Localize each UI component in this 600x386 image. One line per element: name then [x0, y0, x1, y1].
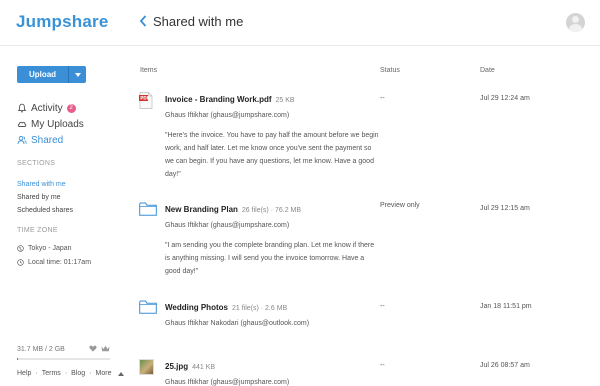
column-header-status[interactable]: Status: [380, 67, 400, 74]
item-date: Jul 29 12:24 am: [480, 95, 530, 102]
item-size: 21 file(s) · 2.6 MB: [231, 305, 288, 312]
folder-icon: [139, 300, 157, 314]
list-item[interactable]: PDF Invoice - Branding Work.pdf 25 KB Gha…: [138, 92, 598, 187]
footer-separator: ·: [35, 370, 38, 377]
item-owner: Ghaus Iftikhar (ghaus@jumpshare.com): [165, 379, 290, 386]
column-header-items[interactable]: Items: [140, 67, 157, 74]
storage-progress-fill: [17, 358, 19, 360]
item-name-text[interactable]: 25.jpg: [165, 362, 188, 371]
item-name[interactable]: 25.jpg 441 KB: [165, 362, 215, 371]
local-time-row: Local time: 01:17am: [17, 255, 91, 269]
app-logo[interactable]: Jumpshare: [16, 12, 109, 32]
sections-list: Shared with me Shared by me Scheduled sh…: [17, 178, 73, 217]
users-icon: [17, 136, 27, 145]
section-link-scheduled-shares[interactable]: Scheduled shares: [17, 204, 73, 217]
heart-icon[interactable]: [89, 345, 97, 352]
timezone-row[interactable]: Tokyo - Japan: [17, 241, 91, 255]
sidebar-item-activity[interactable]: Activity 2: [17, 100, 84, 116]
item-status: --: [380, 362, 385, 369]
storage-icons: [89, 345, 110, 352]
sidebar-item-label: Activity: [31, 102, 63, 114]
column-header-date[interactable]: Date: [480, 67, 495, 74]
list-item[interactable]: 25.jpg 441 KB Ghaus Iftikhar (ghaus@jumps…: [138, 359, 598, 386]
user-avatar[interactable]: [566, 13, 585, 32]
storage-progress-bar: [17, 358, 110, 360]
timezone-heading: TIME ZONE: [17, 227, 58, 234]
list-item[interactable]: New Branding Plan 26 file(s) · 76.2 MB Gh…: [138, 202, 598, 282]
footer-link-terms[interactable]: Terms: [42, 370, 61, 377]
storage-usage-text: 31.7 MB / 2 GB: [17, 346, 65, 353]
sidebar-nav: Activity 2 My Uploads Shared: [17, 100, 84, 148]
sections-heading: SECTIONS: [17, 160, 56, 167]
sidebar-footer: Help · Terms · Blog · More: [17, 370, 125, 377]
upload-button[interactable]: Upload: [17, 66, 86, 83]
upload-button-label[interactable]: Upload: [17, 66, 68, 83]
footer-link-blog[interactable]: Blog: [71, 370, 85, 377]
sidebar-item-shared[interactable]: Shared: [17, 132, 84, 148]
item-name[interactable]: Invoice - Branding Work.pdf 25 KB: [165, 95, 295, 104]
item-name[interactable]: Wedding Photos 21 file(s) · 2.6 MB: [165, 303, 287, 312]
top-bar: Jumpshare Shared with me: [0, 0, 600, 46]
local-time-value: Local time: 01:17am: [28, 258, 92, 266]
footer-separator: ·: [64, 370, 68, 377]
item-size: 25 KB: [275, 97, 295, 104]
item-owner: Ghaus Iftikhar Nakodari (ghaus@outlook.c…: [165, 320, 310, 327]
crown-icon[interactable]: [101, 345, 110, 352]
section-link-shared-by-me[interactable]: Shared by me: [17, 191, 73, 204]
sidebar-item-my-uploads[interactable]: My Uploads: [17, 116, 84, 132]
page-title: Shared with me: [153, 14, 244, 29]
item-name-text[interactable]: New Branding Plan: [165, 205, 238, 214]
folder-icon: [139, 202, 157, 216]
more-caret-up-icon[interactable]: [118, 371, 125, 376]
item-name-text[interactable]: Invoice - Branding Work.pdf: [165, 95, 272, 104]
item-size: 441 KB: [192, 364, 216, 371]
item-message: "Here's the invoice. You have to pay hal…: [165, 132, 379, 178]
sidebar-item-label: My Uploads: [31, 118, 84, 130]
footer-separator: ·: [89, 370, 92, 377]
item-name[interactable]: New Branding Plan 26 file(s) · 76.2 MB: [165, 205, 301, 214]
list-item[interactable]: Wedding Photos 21 file(s) · 2.6 MB Ghaus …: [138, 300, 598, 336]
item-name-text[interactable]: Wedding Photos: [165, 303, 228, 312]
clock-icon: [17, 258, 24, 266]
item-date: Jul 26 08:57 am: [480, 362, 530, 369]
svg-text:PDF: PDF: [140, 96, 150, 101]
back-arrow-icon[interactable]: [138, 14, 148, 28]
item-date: Jul 29 12:15 am: [480, 205, 530, 212]
item-status: --: [380, 303, 385, 310]
globe-icon: [17, 244, 24, 252]
item-status: --: [380, 95, 385, 102]
timezone-info: Tokyo - Japan Local time: 01:17am: [17, 241, 91, 269]
item-date: Jan 18 11:51 pm: [480, 303, 532, 310]
timezone-value: Tokyo - Japan: [28, 244, 72, 252]
section-link-shared-with-me[interactable]: Shared with me: [17, 178, 73, 191]
item-owner: Ghaus Iftikhar (ghaus@jumpshare.com): [165, 112, 290, 119]
bell-icon: [17, 103, 27, 113]
pdf-file-icon: PDF: [139, 92, 153, 109]
item-owner: Ghaus Iftikhar (ghaus@jumpshare.com): [165, 222, 290, 229]
item-message: "I am sending you the complete branding …: [165, 242, 375, 275]
sidebar-item-label: Shared: [31, 134, 64, 146]
footer-link-help[interactable]: Help: [17, 370, 31, 377]
activity-count-badge: 2: [66, 103, 76, 113]
image-thumbnail: [139, 359, 154, 375]
item-status: Preview only: [380, 202, 420, 209]
cloud-icon: [17, 121, 27, 127]
upload-dropdown-caret-icon[interactable]: [68, 66, 86, 83]
item-size: 26 file(s) · 76.2 MB: [241, 207, 302, 214]
footer-link-more[interactable]: More: [96, 370, 112, 377]
